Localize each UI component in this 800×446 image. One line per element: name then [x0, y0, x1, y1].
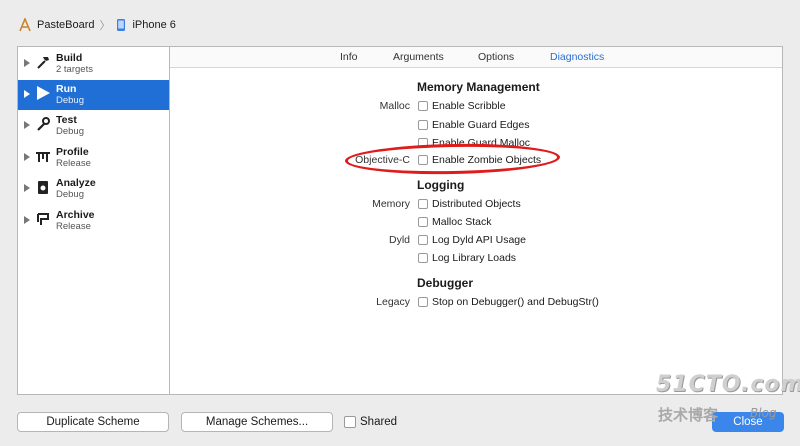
watermark-tagline: 技术博客 [658, 406, 719, 424]
play-icon [35, 85, 51, 101]
memory-management-heading: Memory Management [417, 80, 540, 94]
enable-guard-edges-checkbox[interactable] [418, 120, 428, 130]
title-bar: PasteBoard 〉 iPhone 6 [0, 0, 800, 44]
disclosure-triangle-icon[interactable] [24, 153, 30, 161]
sidebar-item-run[interactable]: Run Debug [18, 80, 169, 110]
sidebar-item-test[interactable]: Test Debug [18, 111, 169, 141]
enable-guard-edges-label[interactable]: Enable Guard Edges [432, 119, 529, 131]
duplicate-scheme-button[interactable]: Duplicate Scheme [17, 412, 169, 432]
sidebar-item-title: Build [56, 52, 83, 64]
log-library-loads-checkbox[interactable] [418, 253, 428, 263]
tab-options[interactable]: Options [478, 51, 514, 63]
log-dyld-api-usage-checkbox[interactable] [418, 235, 428, 245]
iphone-icon [115, 18, 127, 32]
watermark-site: 51CTO.com [656, 372, 800, 397]
sidebar-item-analyze[interactable]: Analyze Debug [18, 174, 169, 204]
malloc-stack-checkbox[interactable] [418, 217, 428, 227]
scheme-action-sidebar: Build 2 targets Run Debug Test Debug Pro… [17, 46, 170, 395]
sidebar-item-subtitle: Debug [56, 189, 84, 200]
logging-heading: Logging [417, 178, 465, 192]
sidebar-item-title: Archive [56, 209, 95, 221]
objective-c-label: Objective-C [355, 154, 410, 166]
distributed-objects-label[interactable]: Distributed Objects [432, 198, 521, 210]
archive-icon [35, 211, 51, 227]
sidebar-item-subtitle: Debug [56, 126, 84, 137]
disclosure-triangle-icon[interactable] [24, 184, 30, 192]
enable-guard-malloc-label[interactable]: Enable Guard Malloc [432, 137, 530, 149]
sidebar-item-subtitle: Release [56, 158, 91, 169]
disclosure-triangle-icon[interactable] [24, 90, 30, 98]
breadcrumb-project[interactable]: PasteBoard [37, 19, 94, 31]
analyze-icon [35, 179, 51, 195]
sidebar-item-build[interactable]: Build 2 targets [18, 49, 169, 79]
dyld-label: Dyld [388, 234, 410, 246]
sidebar-item-profile[interactable]: Profile Release [18, 143, 169, 173]
enable-zombie-objects-checkbox[interactable] [418, 155, 428, 165]
sidebar-item-title: Profile [56, 146, 89, 158]
sidebar-item-title: Test [56, 114, 77, 126]
legacy-label: Legacy [376, 296, 410, 308]
tab-arguments[interactable]: Arguments [393, 51, 444, 63]
sidebar-item-title: Run [56, 83, 77, 95]
tab-bar: Info Arguments Options Diagnostics [170, 47, 782, 68]
disclosure-triangle-icon[interactable] [24, 121, 30, 129]
sidebar-item-subtitle: Release [56, 221, 91, 232]
memory-label: Memory [372, 198, 410, 210]
sidebar-item-subtitle: 2 targets [56, 64, 93, 75]
enable-scribble-checkbox[interactable] [418, 101, 428, 111]
malloc-label: Malloc [379, 100, 410, 112]
disclosure-triangle-icon[interactable] [24, 59, 30, 67]
wrench-icon [35, 116, 51, 132]
hammer-icon [35, 54, 51, 70]
sidebar-item-subtitle: Debug [56, 95, 84, 106]
sidebar-item-title: Analyze [56, 177, 96, 189]
shared-checkbox[interactable] [344, 416, 356, 428]
shared-label[interactable]: Shared [360, 416, 397, 428]
disclosure-triangle-icon[interactable] [24, 216, 30, 224]
log-dyld-api-usage-label[interactable]: Log Dyld API Usage [432, 234, 526, 246]
malloc-stack-label[interactable]: Malloc Stack [432, 216, 492, 228]
tab-diagnostics[interactable]: Diagnostics [550, 51, 604, 63]
sidebar-item-archive[interactable]: Archive Release [18, 206, 169, 236]
breadcrumb-separator: 〉 [99, 20, 111, 32]
scheme-editor-panel: Info Arguments Options Diagnostics Memor… [170, 46, 783, 395]
stop-on-debugger-label[interactable]: Stop on Debugger() and DebugStr() [432, 296, 599, 308]
xcode-app-icon [18, 18, 32, 32]
log-library-loads-label[interactable]: Log Library Loads [432, 252, 516, 264]
manage-schemes-button[interactable]: Manage Schemes... [181, 412, 333, 432]
enable-scribble-label[interactable]: Enable Scribble [432, 100, 506, 112]
instruments-icon [35, 148, 51, 164]
enable-zombie-objects-label[interactable]: Enable Zombie Objects [432, 154, 541, 166]
tab-info[interactable]: Info [340, 51, 358, 63]
distributed-objects-checkbox[interactable] [418, 199, 428, 209]
debugger-heading: Debugger [417, 276, 474, 290]
enable-guard-malloc-checkbox[interactable] [418, 138, 428, 148]
scheme-breadcrumb[interactable]: PasteBoard 〉 iPhone 6 [18, 17, 176, 33]
breadcrumb-device[interactable]: iPhone 6 [132, 19, 175, 31]
stop-on-debugger-checkbox[interactable] [418, 297, 428, 307]
watermark-blog: Blog [750, 406, 777, 420]
